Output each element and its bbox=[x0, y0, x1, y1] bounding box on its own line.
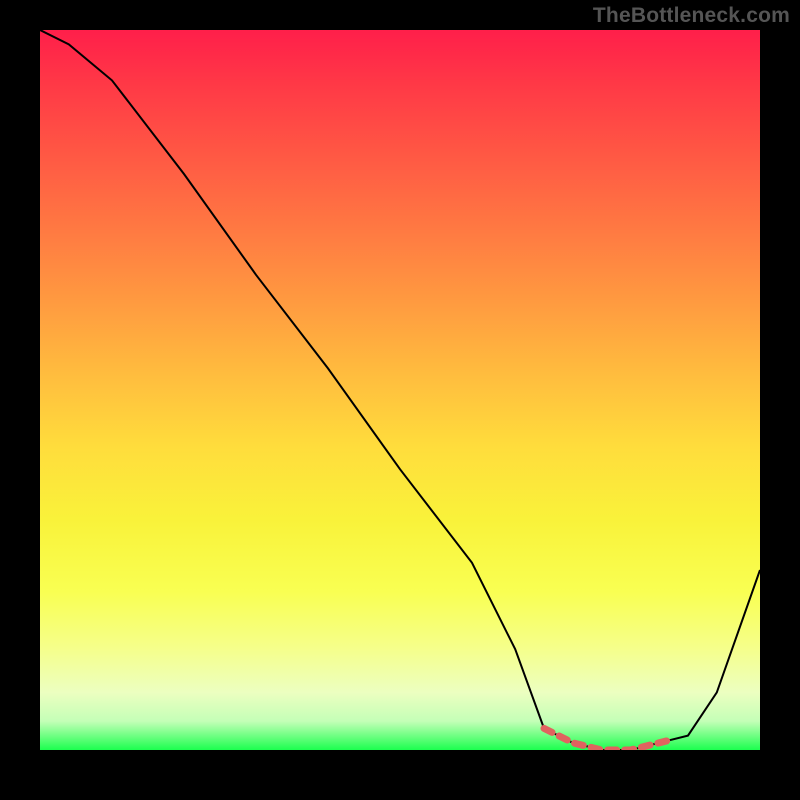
optimal-range-markers bbox=[544, 728, 674, 750]
plot-area bbox=[40, 30, 760, 750]
curve-svg bbox=[40, 30, 760, 750]
bottleneck-curve bbox=[40, 30, 760, 750]
chart-container: TheBottleneck.com bbox=[0, 0, 800, 800]
watermark-text: TheBottleneck.com bbox=[593, 4, 790, 28]
